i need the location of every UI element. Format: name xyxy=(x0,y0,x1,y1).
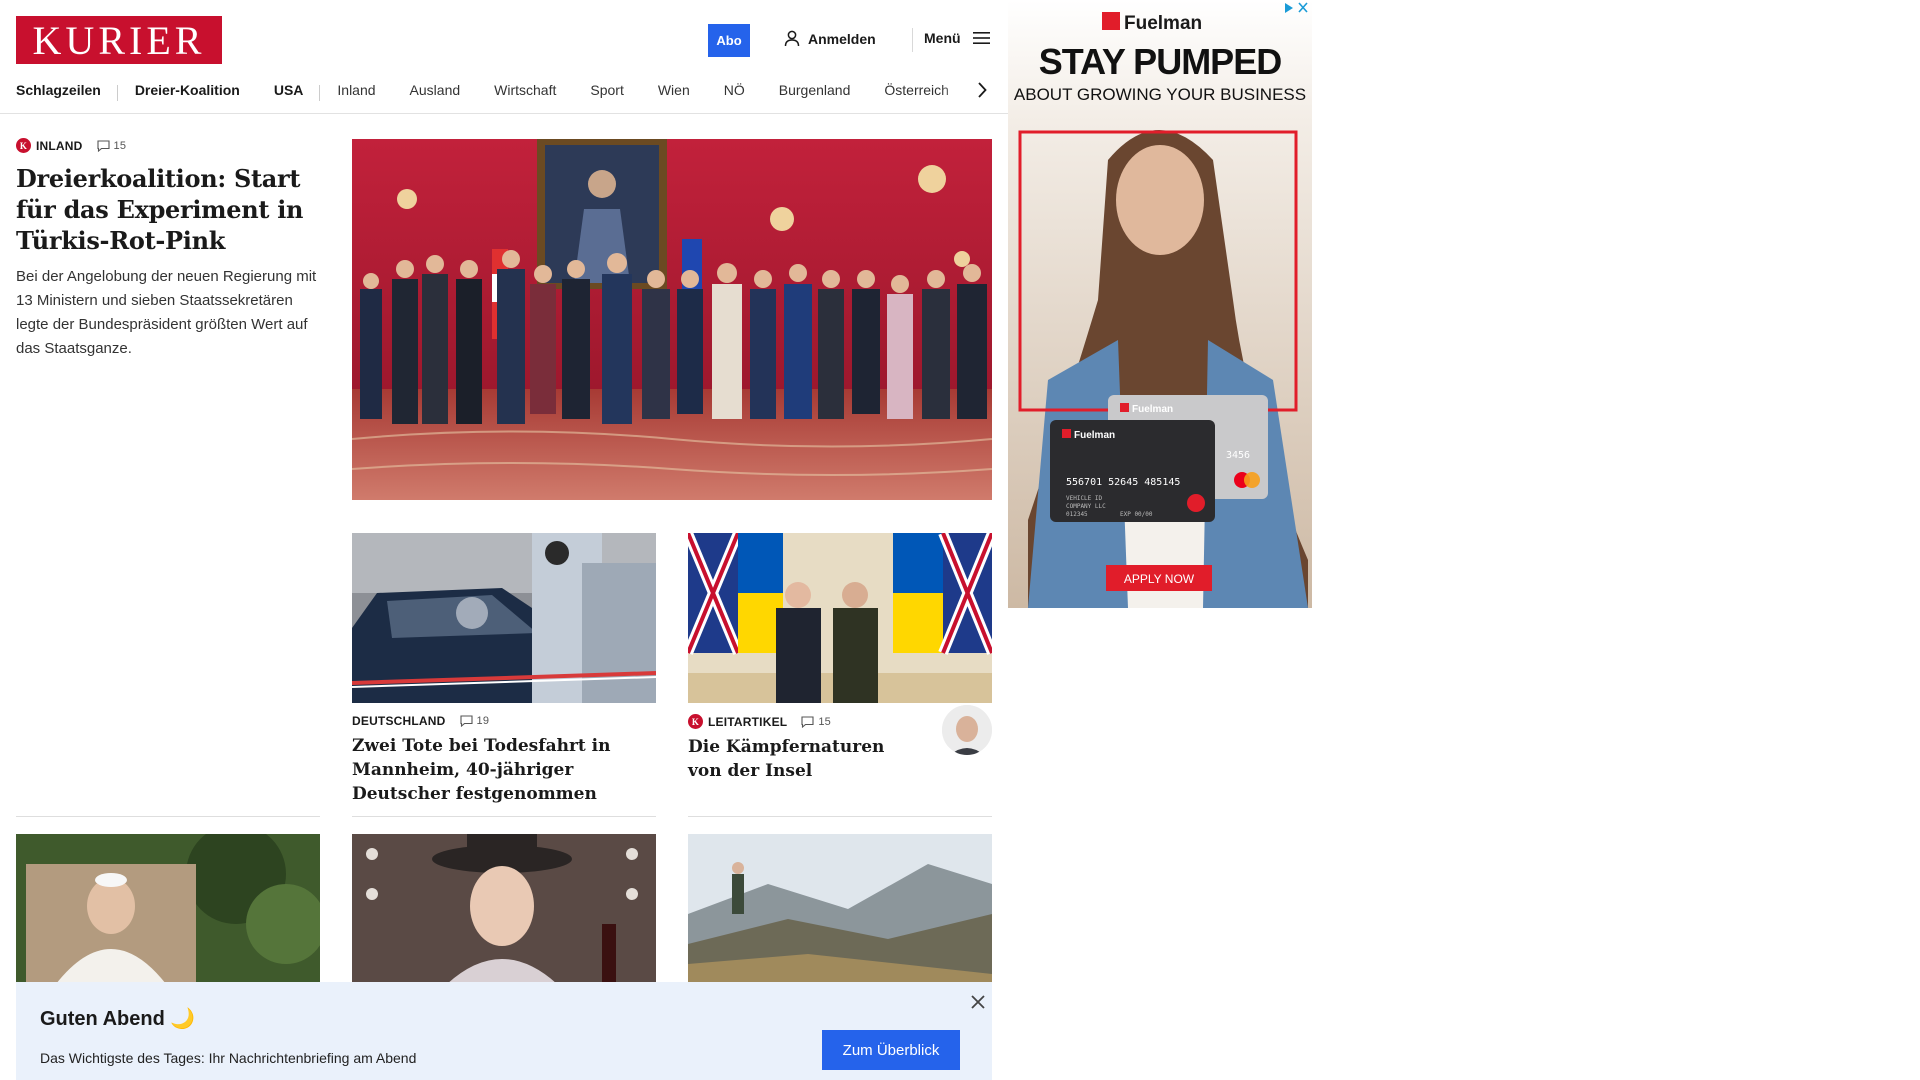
row-divider xyxy=(352,816,656,817)
row-divider xyxy=(16,816,320,817)
ad-subline: ABOUT GROWING YOUR BUSINESS xyxy=(1014,85,1306,104)
article-comments[interactable]: 15 xyxy=(801,716,831,728)
ad-card-brand: Fuelman xyxy=(1074,430,1115,441)
kurier-k-icon: K xyxy=(16,138,31,153)
nav-item-sport[interactable]: Sport xyxy=(573,82,640,98)
login-label: Anmelden xyxy=(808,30,876,47)
ad-card-number: 556701 52645 485145 xyxy=(1066,477,1180,488)
row-divider xyxy=(688,816,992,817)
fuelman-ad: Fuelman STAY PUMPED ABOUT GROWING YOUR B… xyxy=(1008,0,1312,608)
article-card[interactable]: K LEITARTIKEL 15 Die Kämpfernaturen von … xyxy=(688,533,992,783)
pope-photo xyxy=(16,834,320,984)
nav-scroll-right-button[interactable] xyxy=(974,79,990,101)
hamburger-icon xyxy=(972,32,990,44)
kurier-k-icon: K xyxy=(688,714,703,729)
nav-item-wirtschaft[interactable]: Wirtschaft xyxy=(477,82,573,98)
comment-icon xyxy=(96,139,110,152)
menu-button[interactable]: Menü xyxy=(924,30,991,46)
overview-button[interactable]: Zum Überblick xyxy=(822,1030,960,1070)
ad-brand: Fuelman xyxy=(1124,13,1202,34)
banner-text: Das Wichtigste des Tages: Ihr Nachrichte… xyxy=(40,1050,417,1066)
logo-text: KURIER xyxy=(32,18,206,63)
article-meta: DEUTSCHLAND 19 xyxy=(352,714,656,728)
leaders-flags-photo xyxy=(688,533,992,703)
close-icon xyxy=(971,995,985,1009)
section-nav: Schlagzeilen Dreier-Koalition USA Inland… xyxy=(16,78,990,102)
hiker-mountains-photo xyxy=(688,834,992,984)
lead-title[interactable]: Dreierkoalition: Start für das Experimen… xyxy=(16,163,322,256)
nav-item-schlagzeilen[interactable]: Schlagzeilen xyxy=(16,82,118,101)
article-comment-count: 19 xyxy=(476,715,490,727)
lead-meta: K INLAND 15 xyxy=(16,138,322,153)
banner-close-button[interactable] xyxy=(968,992,988,1012)
comment-icon xyxy=(801,715,814,728)
ad-card-id: 012345 xyxy=(1066,511,1088,518)
author-avatar[interactable] xyxy=(942,705,992,755)
login-link[interactable]: Anmelden xyxy=(784,30,876,47)
article-card[interactable]: DEUTSCHLAND 19 Zwei Tote bei Todesfahrt … xyxy=(352,533,656,806)
header-divider xyxy=(912,28,913,52)
banner-title: Guten Abend 🌙 xyxy=(40,1008,196,1030)
nav-item-ausland[interactable]: Ausland xyxy=(393,82,478,98)
kurier-logo[interactable]: KURIER xyxy=(16,16,222,64)
lead-image[interactable] xyxy=(352,139,992,500)
comment-icon xyxy=(459,715,473,727)
article-image[interactable] xyxy=(16,834,320,984)
nav-item-inland[interactable]: Inland xyxy=(320,82,392,98)
woman-hat-photo xyxy=(352,834,656,984)
ad-headline: STAY PUMPED xyxy=(1039,41,1281,82)
article-image[interactable] xyxy=(688,834,992,984)
government-photo xyxy=(352,139,992,500)
article-title[interactable]: Die Kämpfernaturen von der Insel xyxy=(688,735,918,783)
article-comment-count: 15 xyxy=(818,715,831,728)
article-title[interactable]: Zwei Tote bei Todesfahrt in Mannheim, 40… xyxy=(352,734,656,806)
nav-item-wien[interactable]: Wien xyxy=(641,82,707,98)
lead-article[interactable]: K INLAND 15 Dreierkoalition: Start für d… xyxy=(16,138,322,361)
article-section[interactable]: LEITARTIKEL xyxy=(708,715,787,729)
menu-label: Menü xyxy=(924,30,961,46)
article-image[interactable] xyxy=(352,834,656,984)
nav-item-dreier-koalition[interactable]: Dreier-Koalition xyxy=(118,82,257,98)
ad-card-exp: EXP 00/00 xyxy=(1120,511,1153,518)
ad-cta: APPLY NOW xyxy=(1124,572,1195,586)
article-image[interactable] xyxy=(352,533,656,703)
nav-item-noe[interactable]: NÖ xyxy=(707,82,762,98)
lead-comment-count: 15 xyxy=(113,139,127,152)
article-section[interactable]: DEUTSCHLAND xyxy=(352,714,446,728)
crash-car-photo xyxy=(352,533,656,703)
author-portrait xyxy=(942,705,992,755)
article-image[interactable] xyxy=(688,533,992,703)
lead-teaser: Bei der Angelobung der neuen Regierung m… xyxy=(16,268,317,357)
abo-button[interactable]: Abo xyxy=(708,24,750,57)
article-comments[interactable]: 19 xyxy=(459,715,490,727)
nav-item-usa[interactable]: USA xyxy=(257,82,321,101)
ad-card-vehicle: VEHICLE ID xyxy=(1066,495,1103,502)
lead-section[interactable]: INLAND xyxy=(36,139,83,153)
chevron-right-icon xyxy=(978,82,987,98)
nav-divider xyxy=(0,113,1008,114)
ad-card-back-brand: Fuelman xyxy=(1132,404,1173,415)
ad-card-company: COMPANY LLC xyxy=(1066,503,1106,510)
lead-comments[interactable]: 15 xyxy=(96,139,127,152)
evening-briefing-banner: Guten Abend 🌙 Das Wichtigste des Tages: … xyxy=(16,982,992,1080)
user-icon xyxy=(784,30,800,47)
nav-item-burgenland[interactable]: Burgenland xyxy=(762,82,868,98)
ad-card-back-digits: 3456 xyxy=(1226,450,1250,461)
advertisement[interactable]: Fuelman STAY PUMPED ABOUT GROWING YOUR B… xyxy=(1008,0,1312,608)
